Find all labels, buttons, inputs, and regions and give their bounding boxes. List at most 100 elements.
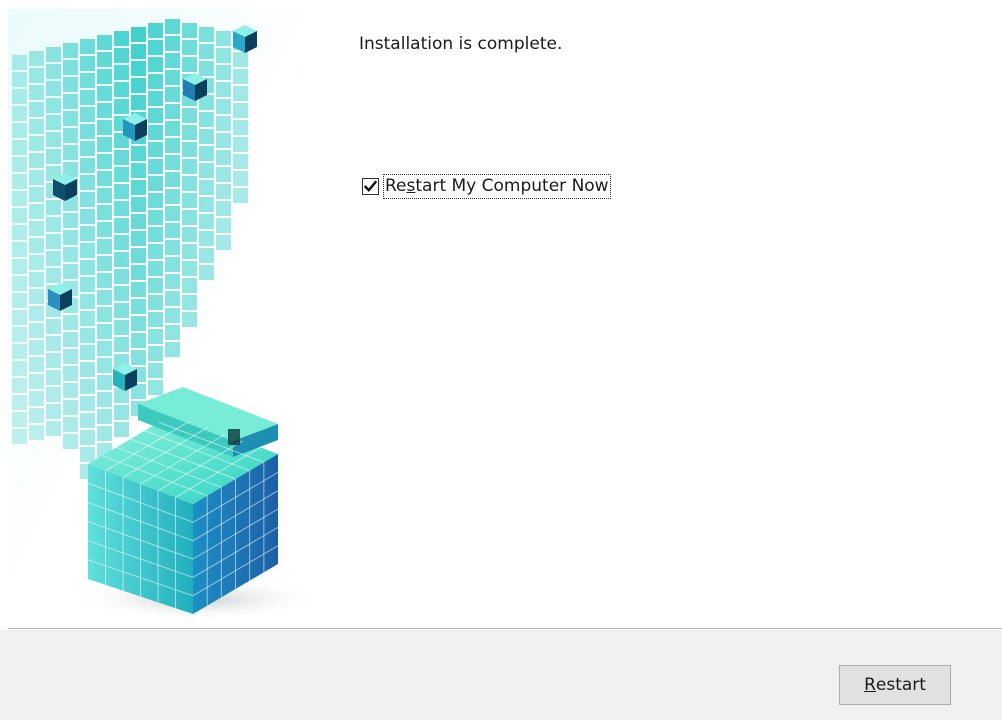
restart-button[interactable]: Restart	[839, 665, 951, 705]
wall-tile	[148, 295, 163, 310]
wall-tile	[29, 408, 44, 423]
wall-tile	[114, 388, 129, 403]
restart-now-label[interactable]: Restart My Computer Now	[383, 173, 611, 199]
wall-tile	[80, 345, 95, 360]
wall-tile	[131, 27, 146, 42]
wall-tile	[165, 308, 180, 323]
wall-tile	[29, 85, 44, 100]
wall-tile	[80, 277, 95, 292]
wall-tile	[182, 278, 197, 293]
wall-tile	[131, 265, 146, 280]
wall-tile	[182, 261, 197, 276]
wall-tile	[148, 346, 163, 361]
wall-tile	[216, 65, 231, 80]
wall-tile	[148, 329, 163, 344]
wall-tile	[114, 31, 129, 46]
wall-tile	[148, 108, 163, 123]
wall-tile	[114, 252, 129, 267]
wall-tile	[182, 312, 197, 327]
wall-tile	[114, 82, 129, 97]
wall-tile	[46, 387, 61, 402]
wall-tile	[148, 74, 163, 89]
wall-tile	[97, 171, 112, 186]
wall-tile	[165, 325, 180, 340]
wall-tile	[148, 91, 163, 106]
wall-tile	[148, 159, 163, 174]
wall-tile	[29, 51, 44, 66]
wall-tile	[46, 217, 61, 232]
wall-tile	[165, 104, 180, 119]
wall-tile	[97, 154, 112, 169]
wall-tile	[199, 231, 214, 246]
wall-tile	[148, 227, 163, 242]
wall-tile	[233, 137, 248, 152]
wall-tile	[63, 434, 78, 449]
wall-tile	[182, 159, 197, 174]
wall-tile	[80, 175, 95, 190]
wall-tile	[233, 52, 248, 67]
wall-tile	[216, 116, 231, 131]
wall-tile	[216, 201, 231, 216]
wall-tile	[97, 222, 112, 237]
wall-tile	[131, 282, 146, 297]
wall-tile	[97, 239, 112, 254]
wall-tile	[29, 374, 44, 389]
wall-tile	[46, 421, 61, 436]
wall-tile	[12, 310, 27, 325]
wall-tile	[12, 361, 27, 376]
wall-tile	[97, 307, 112, 322]
cube-banner-image	[8, 9, 332, 625]
wall-tile	[165, 138, 180, 153]
wall-tile	[80, 56, 95, 71]
wall-tile	[29, 68, 44, 83]
wall-tile	[12, 242, 27, 257]
wall-tile	[97, 35, 112, 50]
wall-tile	[97, 426, 112, 441]
wall-tile	[165, 342, 180, 357]
wall-tile	[12, 89, 27, 104]
installer-dialog: Installation is complete. Restart My Com…	[0, 0, 1002, 720]
restart-computer-option[interactable]: Restart My Computer Now	[362, 172, 611, 200]
wall-tile	[165, 53, 180, 68]
wall-tile	[29, 289, 44, 304]
wall-tile	[63, 128, 78, 143]
wall-tile	[233, 69, 248, 84]
wall-tile	[148, 125, 163, 140]
wall-tile	[46, 404, 61, 419]
wall-tile	[29, 238, 44, 253]
wall-tile	[114, 201, 129, 216]
dialog-content: Installation is complete. Restart My Com…	[0, 0, 1002, 628]
wall-tile	[29, 187, 44, 202]
wall-tile	[46, 319, 61, 334]
wall-tile	[46, 200, 61, 215]
wall-tile	[63, 264, 78, 279]
restart-now-checkbox[interactable]	[362, 177, 379, 195]
floating-cube	[48, 283, 72, 311]
wall-tile	[12, 55, 27, 70]
wall-tile	[114, 405, 129, 420]
wall-tile	[148, 176, 163, 191]
wall-tile	[216, 184, 231, 199]
wall-tile	[114, 303, 129, 318]
wall-tile	[80, 294, 95, 309]
wall-tile	[80, 311, 95, 326]
wall-tile	[63, 213, 78, 228]
wall-tile	[114, 337, 129, 352]
wall-tile	[131, 180, 146, 195]
wall-tile	[114, 235, 129, 250]
wall-tile	[148, 261, 163, 276]
wall-tile	[12, 191, 27, 206]
wall-tile	[165, 121, 180, 136]
wall-tile	[29, 391, 44, 406]
wall-tile	[80, 124, 95, 139]
wall-tile	[216, 167, 231, 182]
wall-tile	[216, 31, 231, 46]
wall-tile	[114, 48, 129, 63]
wall-tile	[131, 44, 146, 59]
wall-tile	[233, 154, 248, 169]
wall-tile	[63, 77, 78, 92]
wall-tile	[97, 205, 112, 220]
wall-tile	[97, 341, 112, 356]
wall-tile	[182, 40, 197, 55]
wall-tile	[165, 206, 180, 221]
